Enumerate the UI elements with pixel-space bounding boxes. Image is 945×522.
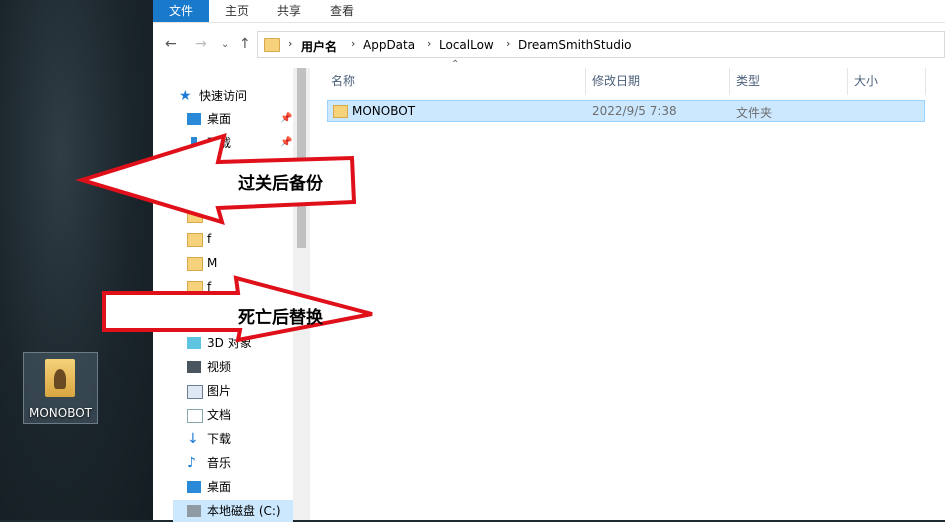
nav-item-desktop[interactable]: 桌面 📌 xyxy=(187,108,295,130)
chevron-right-icon[interactable]: › xyxy=(506,37,510,50)
nav-item-documents-pc[interactable]: 文档 xyxy=(187,404,295,426)
navigation-pane: ★ 快速访问 桌面 📌 下载 📌 文档 图片 M f M f 此电脑 3D 对象… xyxy=(153,68,309,522)
nav-label: 下载 xyxy=(207,432,232,446)
picture-icon xyxy=(187,385,203,399)
folder-icon xyxy=(45,359,75,397)
nav-label: M xyxy=(207,208,218,222)
desktop-folder-monobot[interactable]: MONOBOT xyxy=(23,352,98,424)
nav-label: f xyxy=(207,232,212,246)
column-header-name[interactable]: 名称 xyxy=(331,68,355,95)
column-header-type[interactable]: 类型 xyxy=(736,68,760,95)
pin-icon[interactable]: 📌 xyxy=(280,108,292,130)
recent-dropdown-icon[interactable]: ⌄ xyxy=(221,39,229,50)
nav-label: 文档 xyxy=(207,160,232,174)
nav-label: 3D 对象 xyxy=(207,336,252,350)
nav-label: 快速访问 xyxy=(199,89,248,103)
chevron-right-icon[interactable]: › xyxy=(427,37,431,50)
nav-item-local-disk-c[interactable]: 本地磁盘 (C:) xyxy=(173,500,293,522)
download-icon xyxy=(191,137,197,149)
annotation-backup-text: 过关后备份 xyxy=(238,174,323,194)
picture-icon xyxy=(187,185,203,199)
desktop-background: MONOBOT xyxy=(0,0,153,520)
nav-label: 音乐 xyxy=(207,456,232,470)
nav-pane-scrollbar[interactable] xyxy=(293,68,310,520)
nav-label: f xyxy=(207,280,212,294)
document-icon xyxy=(187,161,203,175)
nav-label: 本地磁盘 (C:) xyxy=(207,504,281,518)
breadcrumb-locallow[interactable]: LocalLow xyxy=(439,38,494,52)
desktop-icon-label: MONOBOT xyxy=(28,406,93,420)
tab-file[interactable]: 文件 xyxy=(153,0,209,22)
tab-home[interactable]: 主页 xyxy=(225,0,249,22)
nav-label: 视频 xyxy=(207,360,232,374)
nav-label: 桌面 xyxy=(207,480,232,494)
nav-item-pictures-pc[interactable]: 图片 xyxy=(187,380,295,402)
file-type: 文件夹 xyxy=(736,106,773,120)
breadcrumb-appdata[interactable]: AppData xyxy=(363,38,415,52)
nav-item-downloads-pc[interactable]: ↓ 下载 xyxy=(187,428,295,450)
nav-label: M xyxy=(207,256,218,270)
column-divider[interactable] xyxy=(729,68,730,95)
tab-share[interactable]: 共享 xyxy=(277,0,301,22)
nav-label: 图片 xyxy=(207,384,232,398)
nav-item-3d-objects[interactable]: 3D 对象 xyxy=(187,332,295,354)
download-arrow-icon: ↓ xyxy=(187,431,199,447)
video-icon xyxy=(187,361,201,373)
nav-item-folder[interactable]: M xyxy=(187,204,295,226)
tab-view[interactable]: 查看 xyxy=(330,0,354,22)
folder-icon xyxy=(187,281,203,295)
chevron-right-icon[interactable]: › xyxy=(288,37,292,50)
nav-label: 下载 xyxy=(207,136,232,150)
folder-icon xyxy=(333,105,348,118)
nav-label: 此电脑 xyxy=(199,312,236,326)
folder-icon xyxy=(187,233,203,247)
chevron-right-icon[interactable]: › xyxy=(351,37,355,50)
forward-arrow-icon[interactable]: → xyxy=(195,36,207,52)
star-icon: ★ xyxy=(179,88,192,104)
desktop-icon xyxy=(187,481,201,493)
address-bar[interactable]: › 用户名 › AppData › LocalLow › DreamSmithS… xyxy=(257,31,945,58)
music-note-icon: ♪ xyxy=(187,455,196,471)
folder-icon xyxy=(187,257,203,271)
nav-item-desktop-pc[interactable]: 桌面 xyxy=(187,476,295,498)
scrollbar-thumb[interactable] xyxy=(297,68,306,248)
breadcrumb-dreamsmithstudio[interactable]: DreamSmithStudio xyxy=(518,38,632,52)
column-divider[interactable] xyxy=(585,68,586,95)
column-header-size[interactable]: 大小 xyxy=(854,68,878,95)
drive-icon xyxy=(187,505,201,517)
column-header-modified[interactable]: 修改日期 xyxy=(592,68,640,95)
nav-item-downloads[interactable]: 下载 📌 xyxy=(187,132,295,154)
file-modified: 2022/9/5 7:38 xyxy=(592,104,677,118)
table-row[interactable]: MONOBOT 2022/9/5 7:38 文件夹 xyxy=(327,100,925,122)
desktop-icon xyxy=(187,113,201,125)
nav-quick-access[interactable]: ★ 快速访问 xyxy=(179,85,299,107)
nav-item-videos[interactable]: 视频 xyxy=(187,356,295,378)
file-list: 名称 ⌃ 修改日期 类型 大小 MONOBOT 2022/9/5 7:38 文件… xyxy=(311,59,945,520)
folder-icon xyxy=(187,209,203,223)
nav-item-music[interactable]: ♪ 音乐 xyxy=(187,452,295,474)
column-divider[interactable] xyxy=(925,68,926,95)
nav-label: 文档 xyxy=(207,408,232,422)
cube-icon xyxy=(187,337,201,349)
pin-icon[interactable]: 📌 xyxy=(280,132,292,154)
file-name: MONOBOT xyxy=(352,104,416,118)
column-divider[interactable] xyxy=(847,68,848,95)
folder-icon xyxy=(264,38,280,52)
computer-icon xyxy=(179,313,195,327)
back-arrow-icon[interactable]: ← xyxy=(165,36,177,52)
nav-item-folder[interactable]: f xyxy=(187,228,295,250)
sort-ascending-icon: ⌃ xyxy=(451,59,460,70)
breadcrumb-username[interactable]: 用户名 xyxy=(301,38,337,55)
up-arrow-icon[interactable]: ↑ xyxy=(239,36,251,52)
file-explorer-window: 文件 主页 共享 查看 ← → ⌄ ↑ › 用户名 › AppData › Lo… xyxy=(153,0,945,522)
document-icon xyxy=(187,409,203,423)
nav-label: 图片 xyxy=(207,184,232,198)
ribbon-tabs: 文件 主页 共享 查看 xyxy=(153,0,945,23)
nav-item-folder[interactable]: M xyxy=(187,252,295,274)
annotation-replace-text: 死亡后替换 xyxy=(238,308,323,328)
nav-label: 桌面 xyxy=(207,112,232,126)
nav-item-folder[interactable]: f xyxy=(187,276,295,298)
